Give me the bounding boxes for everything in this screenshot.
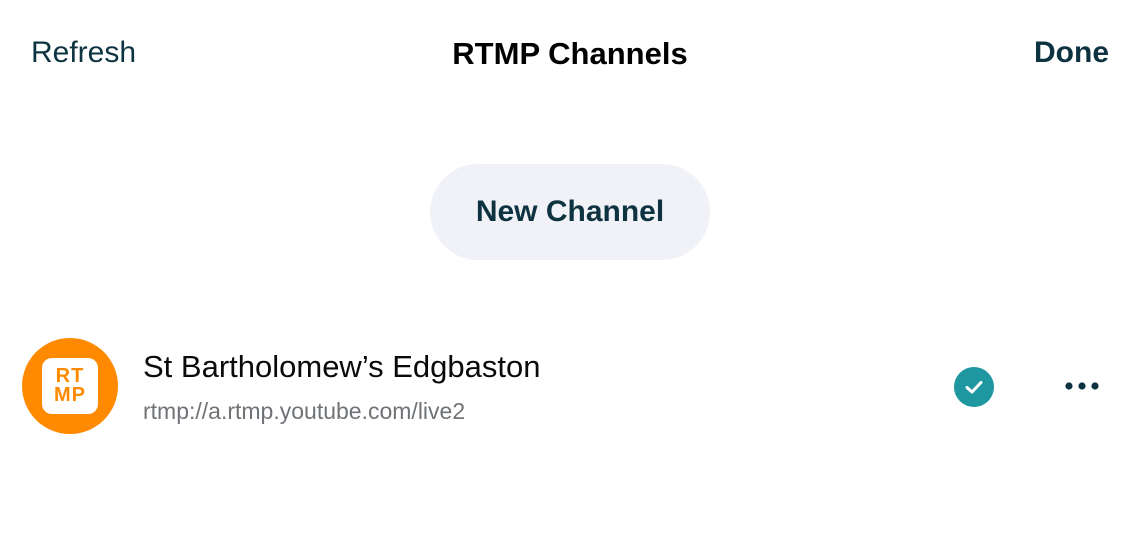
checkmark-circle-icon <box>954 367 994 407</box>
channel-name: St Bartholomew’s Edgbaston <box>143 349 541 384</box>
done-button[interactable]: Done <box>1034 36 1109 70</box>
navigation-bar: Refresh RTMP Channels Done <box>0 0 1147 108</box>
channel-list-item[interactable]: RT MP St Bartholomew’s Edgbaston rtmp://… <box>0 333 1147 439</box>
more-horizontal-icon <box>1065 382 1099 390</box>
checkmark-icon <box>965 381 983 394</box>
page-title: RTMP Channels <box>452 36 688 71</box>
rtmp-logo-icon: RT MP <box>42 358 98 414</box>
channel-url: rtmp://a.rtmp.youtube.com/live2 <box>143 398 466 424</box>
rtmp-logo-avatar: RT MP <box>22 338 118 434</box>
rtmp-channels-sheet: Refresh RTMP Channels Done New Channel R… <box>0 0 1147 539</box>
new-channel-button[interactable]: New Channel <box>430 164 710 260</box>
more-options-button[interactable] <box>1060 371 1104 401</box>
rtmp-logo-text-bottom: MP <box>54 384 86 406</box>
